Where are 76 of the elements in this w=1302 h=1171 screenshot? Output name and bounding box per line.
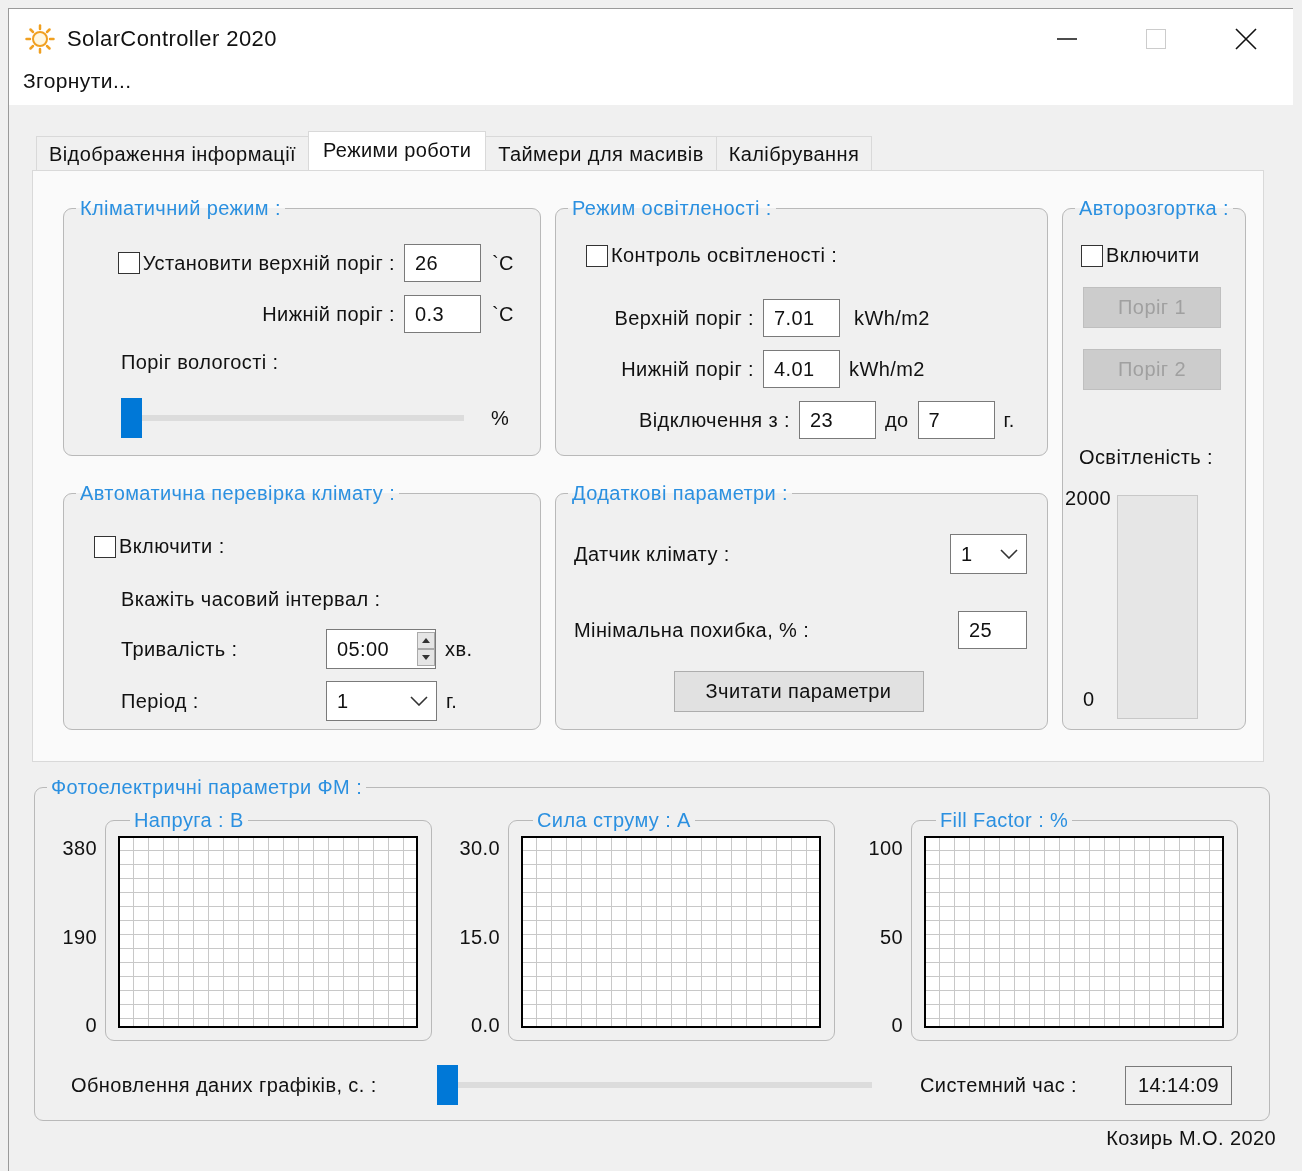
axis-label: 190 — [62, 925, 97, 949]
axis-label: 0 — [891, 1014, 903, 1037]
field-label: Період : — [121, 689, 200, 713]
checkbox[interactable] — [94, 535, 116, 558]
group-title: Режим освітленості : — [571, 197, 773, 220]
window-title: SolarController 2020 — [67, 26, 277, 52]
unit-label: `C — [492, 302, 514, 326]
tab[interactable]: Відображення інформації — [36, 136, 309, 170]
input-field[interactable]: 7 — [917, 401, 995, 439]
unit-label: kWh/m2 — [854, 306, 930, 330]
axis-label: 100 — [868, 837, 903, 860]
unit-label: г. — [446, 689, 458, 713]
caret-icon — [410, 696, 428, 706]
field-label: Нижній поріг : — [262, 302, 395, 326]
author-text: Козирь М.О. 2020 — [1106, 1127, 1276, 1150]
input-field[interactable]: 4.01 — [763, 350, 840, 388]
slider-thumb[interactable] — [437, 1065, 458, 1105]
input-field[interactable]: 7.01 — [763, 299, 840, 337]
checkbox[interactable] — [586, 244, 608, 267]
group-title: Авторозгортка : — [1078, 197, 1231, 220]
unit-label: г. — [1003, 408, 1015, 432]
spin-up-icon[interactable] — [417, 632, 435, 649]
dropdown[interactable]: 1 — [326, 681, 437, 721]
group-title: Автоматична перевірка клімату : — [79, 482, 397, 505]
field-label: Тривалість : — [121, 637, 239, 661]
spin-down-icon[interactable] — [417, 649, 435, 666]
tab[interactable]: Калібрування — [715, 136, 873, 170]
axis-label: 2000 — [1065, 487, 1112, 510]
input-field[interactable]: 26 — [404, 244, 481, 282]
group-title: Додаткові параметри : — [571, 482, 790, 505]
checkbox-label: Контроль освітленості : — [611, 244, 838, 267]
unit-label: хв. — [445, 637, 473, 661]
menu-item[interactable]: Згорнути... — [23, 69, 132, 93]
axis-label: 0 — [1083, 688, 1095, 711]
field-label: Відключення з : — [639, 408, 790, 432]
checkbox-label: Включити : — [119, 535, 225, 558]
unit-label: kWh/m2 — [849, 357, 925, 381]
dropdown[interactable]: 1 — [950, 534, 1027, 574]
axis-label: 15.0 — [459, 925, 500, 949]
tab[interactable]: Режими роботи — [308, 131, 487, 170]
field-label: Нижній поріг : — [621, 357, 754, 381]
chart-title: Напруга : В — [133, 809, 245, 832]
field-label: Верхній поріг : — [614, 306, 754, 330]
checkbox-label: Включити — [1106, 244, 1200, 267]
axis-label: 0 — [85, 1014, 97, 1037]
unit-label: % — [491, 406, 510, 430]
field-label: Датчик клімату : — [573, 542, 730, 566]
spin-field[interactable]: 05:00 — [326, 629, 436, 669]
clock-display: 14:14:09 — [1125, 1065, 1233, 1105]
field-label: Мінімальна похибка, % : — [573, 618, 810, 642]
read-parameters-button[interactable]: Зчитати параметри — [673, 671, 924, 712]
axis-label: 30.0 — [459, 837, 500, 860]
meter-label: Освітленість : — [1079, 446, 1214, 469]
close-icon[interactable] — [1235, 28, 1257, 50]
chart-title: Fill Factor : % — [939, 809, 1070, 832]
slider-thumb[interactable] — [121, 398, 142, 438]
axis-label: 380 — [62, 837, 97, 860]
field-label: Поріг вологості : — [121, 351, 279, 374]
field-label: Системний час : — [920, 1073, 1078, 1097]
hint-text: Вкажіть часовий інтервал : — [121, 588, 381, 611]
axis-label: 50 — [879, 925, 903, 949]
field-label: до — [885, 408, 909, 432]
sun-icon — [25, 24, 55, 54]
chart-title: Сила струму : А — [536, 809, 692, 832]
group-title: Кліматичний режим : — [79, 197, 282, 220]
checkbox-label: Установити верхній поріг : — [142, 251, 395, 275]
checkbox[interactable] — [117, 252, 140, 274]
checkbox[interactable] — [1081, 244, 1103, 267]
unit-label: `C — [492, 251, 514, 275]
input-field[interactable]: 23 — [799, 401, 876, 439]
caret-icon — [1000, 549, 1018, 559]
input-field[interactable]: 0.3 — [404, 295, 481, 333]
field-label: Обновлення даних графіків, с. : — [71, 1073, 378, 1097]
axis-label: 0.0 — [471, 1014, 500, 1037]
group-title: Фотоелектричні параметри ФМ : — [50, 776, 364, 799]
input-field[interactable]: 25 — [958, 611, 1027, 649]
